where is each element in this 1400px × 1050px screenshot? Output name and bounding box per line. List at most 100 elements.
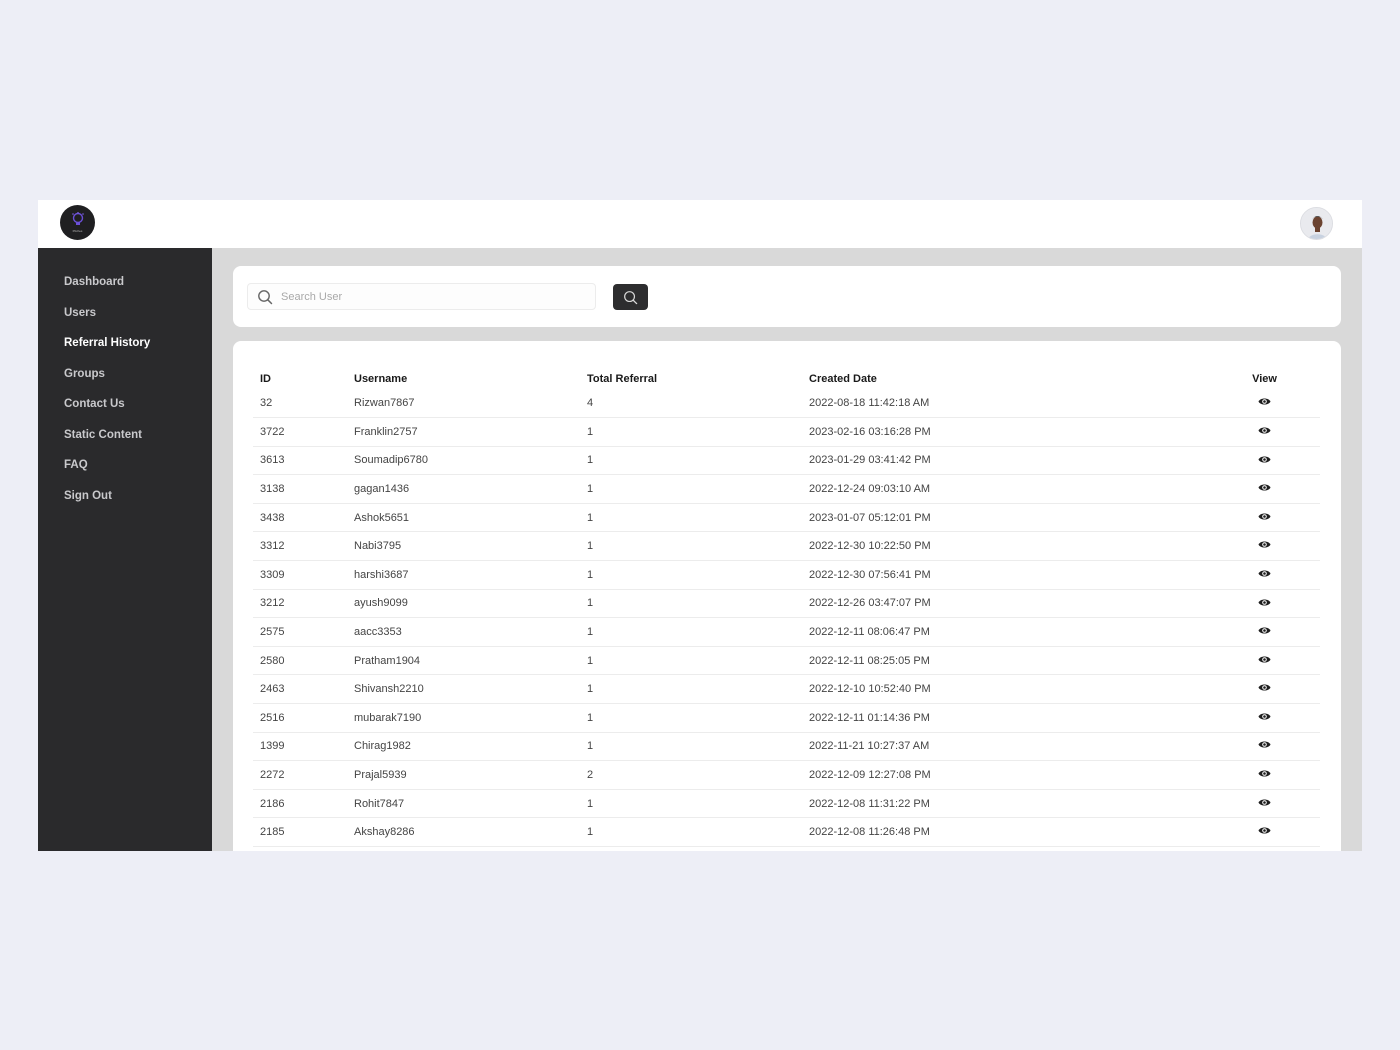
cell-id: 3138 [253, 474, 354, 504]
cell-created-date: 2022-12-26 03:47:07 PM [809, 589, 1209, 619]
column-header-created-date: Created Date [809, 373, 877, 385]
cell-id: 1399 [253, 732, 354, 762]
cell-created-date: 2022-08-18 11:42:18 AM [809, 389, 1209, 419]
eye-icon [1258, 713, 1271, 720]
view-button[interactable] [1258, 769, 1271, 781]
column-header-total-referral: Total Referral [587, 373, 658, 385]
cell-id: 3613 [253, 446, 354, 476]
view-button[interactable] [1258, 626, 1271, 638]
cell-created-date: 2022-12-30 10:22:50 PM [809, 531, 1209, 562]
sidebar-item-faq[interactable]: FAQ [64, 459, 88, 471]
view-button[interactable] [1258, 598, 1271, 610]
search-button[interactable] [613, 284, 648, 310]
cell-view [1209, 789, 1320, 819]
top-bar: Pitches [38, 200, 1362, 248]
cell-total-referral: 1 [587, 674, 809, 705]
cell-username: ayush9099 [354, 589, 587, 619]
cell-id: 2186 [253, 789, 354, 819]
cell-created-date: 2022-12-10 10:52:40 PM [809, 674, 1209, 705]
table-row: 3138 gagan1436 1 2022-12-24 09:03:10 AM [253, 474, 1320, 504]
main-content: ID Username Total Referral Created Date … [212, 248, 1362, 851]
view-button[interactable] [1258, 569, 1271, 581]
view-button[interactable] [1258, 455, 1271, 467]
cell-id: 2516 [253, 703, 354, 733]
cell-id: 2185 [253, 817, 354, 847]
table-row: 3438 Ashok5651 1 2023-01-07 05:12:01 PM [253, 503, 1320, 533]
cell-total-referral: 1 [587, 589, 809, 619]
eye-icon [1258, 513, 1271, 520]
table-row: 2580 Pratham1904 1 2022-12-11 08:25:05 P… [253, 646, 1320, 676]
eye-icon [1258, 627, 1271, 634]
logo[interactable]: Pitches [60, 205, 95, 240]
view-button[interactable] [1258, 540, 1271, 552]
cell-total-referral: 1 [587, 503, 809, 533]
referral-table-card: ID Username Total Referral Created Date … [233, 341, 1341, 851]
user-avatar-icon [1301, 208, 1332, 239]
table-row: 32 Rizwan7867 4 2022-08-18 11:42:18 AM [253, 389, 1320, 419]
cell-total-referral: 1 [587, 646, 809, 676]
cell-id: 3312 [253, 531, 354, 562]
cell-view [1209, 732, 1320, 762]
search-icon [624, 290, 638, 304]
cell-id: 2463 [253, 674, 354, 705]
sidebar-item-groups[interactable]: Groups [64, 368, 105, 380]
cell-created-date: 2022-12-09 12:27:08 PM [809, 760, 1209, 790]
cell-username: harshi3687 [354, 560, 587, 590]
cell-total-referral: 2 [587, 760, 809, 790]
view-button[interactable] [1258, 426, 1271, 438]
sidebar-item-sign-out[interactable]: Sign Out [64, 490, 112, 502]
eye-icon [1258, 684, 1271, 691]
cell-view [1209, 617, 1320, 647]
cell-created-date: 2023-01-29 03:41:42 PM [809, 446, 1209, 476]
search-icon [258, 289, 273, 304]
view-button[interactable] [1258, 740, 1271, 752]
table-row: 2185 Akshay8286 1 2022-12-08 11:26:48 PM [253, 817, 1320, 847]
table-row: 2575 aacc3353 1 2022-12-11 08:06:47 PM [253, 617, 1320, 647]
cell-total-referral: 1 [587, 617, 809, 647]
view-button[interactable] [1258, 397, 1271, 409]
cell-id: 3722 [253, 417, 354, 447]
cell-id: 2272 [253, 760, 354, 790]
cell-view [1209, 589, 1320, 619]
search-card [233, 266, 1341, 327]
view-button[interactable] [1258, 826, 1271, 838]
search-input[interactable] [281, 290, 581, 303]
eye-icon [1258, 484, 1271, 491]
sidebar-item-static-content[interactable]: Static Content [64, 429, 142, 441]
cell-created-date: 2023-02-16 03:16:28 PM [809, 417, 1209, 447]
cell-created-date: 2022-12-11 08:25:05 PM [809, 646, 1209, 676]
cell-username: Pratham1904 [354, 646, 587, 676]
cell-total-referral: 1 [587, 417, 809, 447]
cell-username: Rizwan7867 [354, 389, 587, 419]
cell-total-referral: 4 [587, 389, 809, 419]
view-button[interactable] [1258, 655, 1271, 667]
cell-view [1209, 474, 1320, 504]
cell-username: Akshay8286 [354, 817, 587, 847]
view-button[interactable] [1258, 483, 1271, 495]
logo-text: Pitches [72, 229, 83, 233]
cell-username: Nabi3795 [354, 531, 587, 562]
cell-created-date: 2022-12-24 09:03:10 AM [809, 474, 1209, 504]
cell-created-date: 2022-11-21 10:27:37 AM [809, 732, 1209, 762]
sidebar-item-users[interactable]: Users [64, 307, 96, 319]
column-header-id: ID [260, 373, 271, 385]
table-row: 3312 Nabi3795 1 2022-12-30 10:22:50 PM [253, 531, 1320, 562]
cell-view [1209, 417, 1320, 447]
search-field[interactable] [247, 283, 596, 310]
sidebar-item-dashboard[interactable]: Dashboard [64, 276, 124, 288]
eye-icon [1258, 741, 1271, 748]
avatar[interactable] [1300, 207, 1333, 240]
view-button[interactable] [1258, 798, 1271, 810]
cell-created-date: 2022-12-30 07:56:41 PM [809, 560, 1209, 590]
view-button[interactable] [1258, 712, 1271, 724]
cell-id: 32 [253, 389, 354, 419]
view-button[interactable] [1258, 512, 1271, 524]
cell-total-referral: 1 [587, 732, 809, 762]
cell-created-date: 2022-12-08 11:26:48 PM [809, 817, 1209, 847]
sidebar-item-referral-history[interactable]: Referral History [64, 337, 150, 349]
column-header-view: View [1252, 373, 1277, 385]
view-button[interactable] [1258, 683, 1271, 695]
sidebar-item-contact-us[interactable]: Contact Us [64, 398, 125, 410]
cell-username: gagan1436 [354, 474, 587, 504]
cell-total-referral: 1 [587, 789, 809, 819]
